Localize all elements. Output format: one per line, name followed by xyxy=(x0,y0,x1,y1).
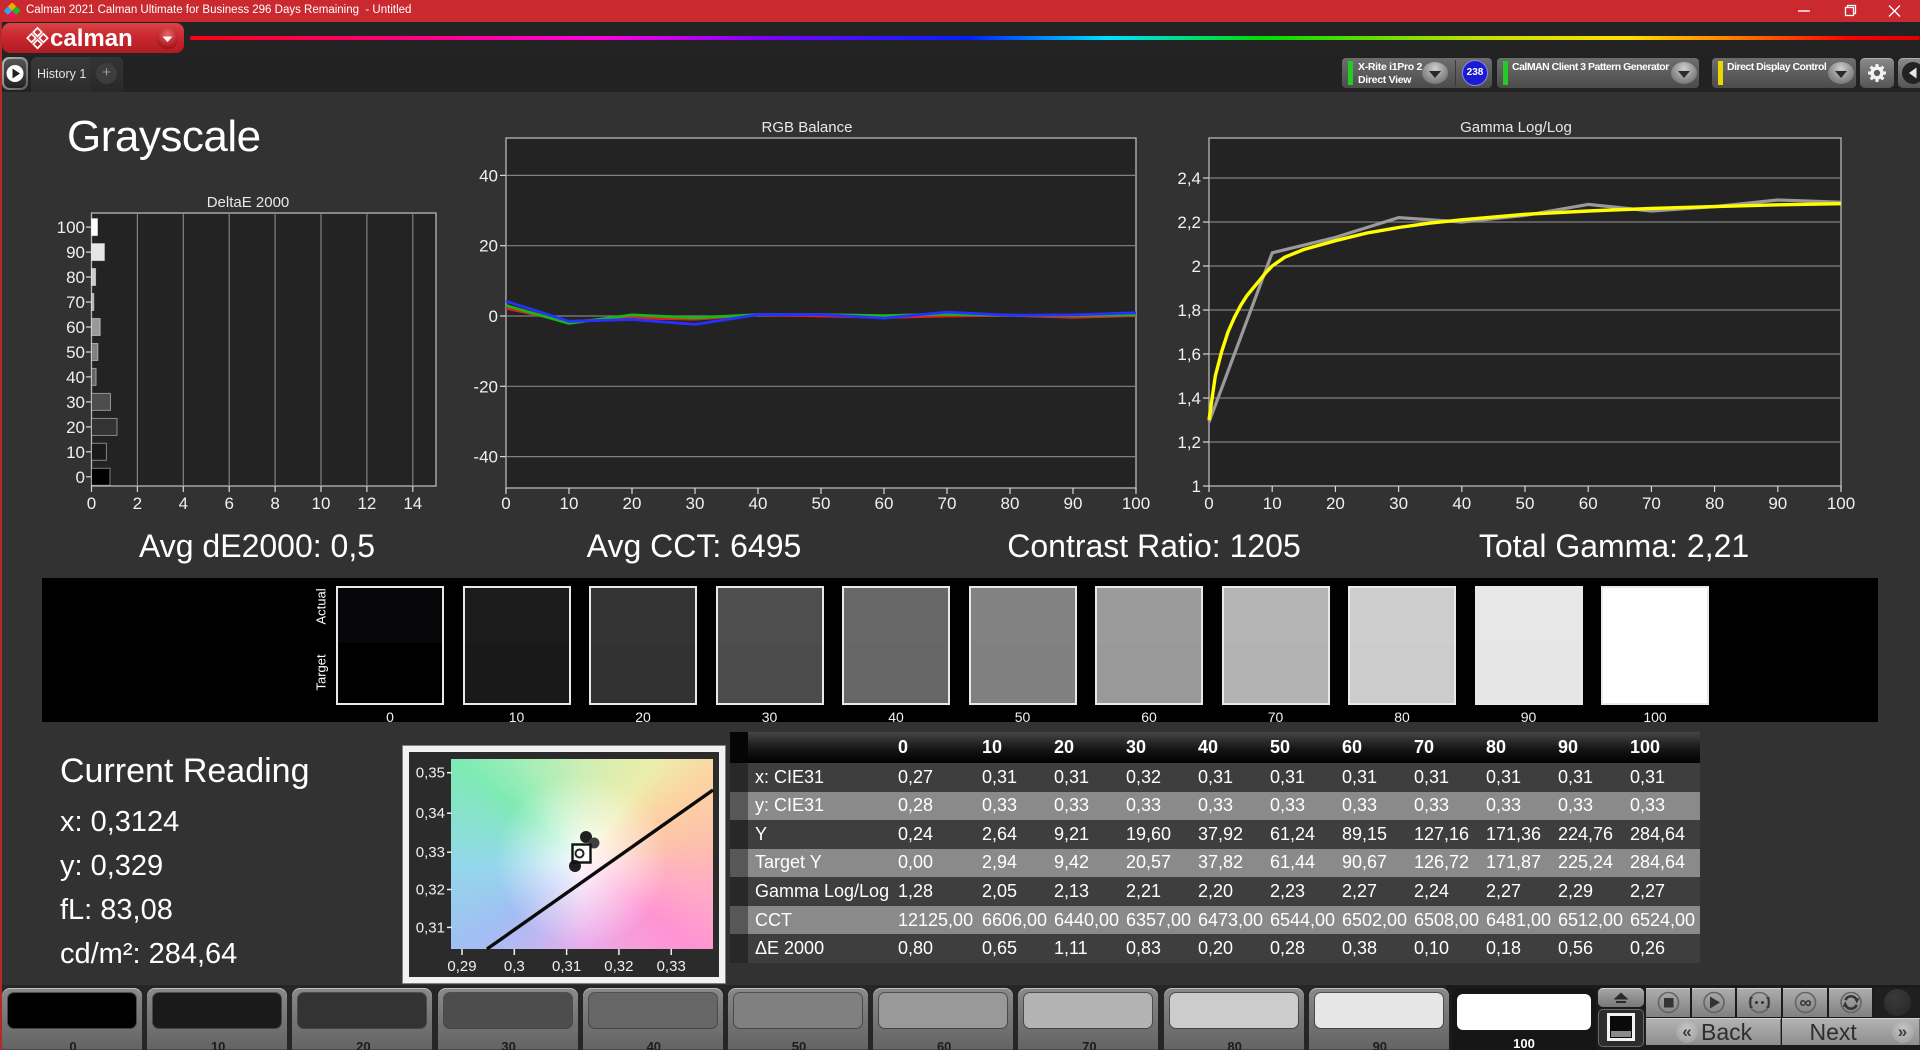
svg-text:Avg dE2000: 0,5: Avg dE2000: 0,5 xyxy=(139,528,375,564)
svg-text:1,4: 1,4 xyxy=(1177,389,1201,408)
svg-text:40: 40 xyxy=(479,166,498,185)
svg-text:0,35: 0,35 xyxy=(416,765,445,782)
svg-text:10: 10 xyxy=(560,494,579,513)
svg-text:20: 20 xyxy=(479,237,498,256)
svg-text:12: 12 xyxy=(357,494,376,513)
svg-text:2,4: 2,4 xyxy=(1177,169,1201,188)
svg-text:90: 90 xyxy=(1064,494,1083,513)
svg-text:50: 50 xyxy=(812,494,831,513)
svg-text:20: 20 xyxy=(1326,494,1345,513)
svg-text:Contrast Ratio: 1205: Contrast Ratio: 1205 xyxy=(1007,528,1301,564)
svg-text:2: 2 xyxy=(1192,257,1201,276)
svg-text:80: 80 xyxy=(1001,494,1020,513)
svg-text:2: 2 xyxy=(133,494,142,513)
svg-text:DeltaE 2000: DeltaE 2000 xyxy=(207,194,290,211)
svg-text:0,33: 0,33 xyxy=(416,844,445,861)
svg-text:∞: ∞ xyxy=(1799,993,1811,1012)
svg-text:0: 0 xyxy=(1204,494,1213,513)
svg-text:100: 100 xyxy=(1827,494,1855,513)
svg-text:60: 60 xyxy=(66,318,85,337)
svg-text:100: 100 xyxy=(1122,494,1150,513)
svg-text:70: 70 xyxy=(938,494,957,513)
svg-text:20: 20 xyxy=(623,494,642,513)
svg-text:80: 80 xyxy=(1705,494,1724,513)
svg-text:1,6: 1,6 xyxy=(1177,345,1201,364)
svg-text:30: 30 xyxy=(66,393,85,412)
svg-text:20: 20 xyxy=(66,418,85,437)
svg-text:40: 40 xyxy=(1452,494,1471,513)
svg-text:10: 10 xyxy=(1263,494,1282,513)
svg-text:1: 1 xyxy=(1192,477,1201,496)
svg-text:90: 90 xyxy=(66,243,85,262)
svg-text:10: 10 xyxy=(66,443,85,462)
svg-text:70: 70 xyxy=(1642,494,1661,513)
svg-text:-20: -20 xyxy=(473,377,498,396)
svg-text:80: 80 xyxy=(66,268,85,287)
svg-text:0,31: 0,31 xyxy=(552,958,581,975)
svg-text:Avg CCT: 6495: Avg CCT: 6495 xyxy=(587,528,802,564)
svg-text:10: 10 xyxy=(312,494,331,513)
svg-text:70: 70 xyxy=(66,293,85,312)
svg-text:0: 0 xyxy=(489,307,498,326)
svg-text:0,31: 0,31 xyxy=(416,919,445,936)
svg-text:0,33: 0,33 xyxy=(657,958,686,975)
svg-text:0,32: 0,32 xyxy=(604,958,633,975)
svg-text:50: 50 xyxy=(1516,494,1535,513)
svg-text:40: 40 xyxy=(749,494,768,513)
svg-text:14: 14 xyxy=(403,494,422,513)
svg-text:50: 50 xyxy=(66,343,85,362)
svg-text:0: 0 xyxy=(501,494,510,513)
svg-text:0: 0 xyxy=(87,494,96,513)
svg-text:8: 8 xyxy=(270,494,279,513)
svg-text:30: 30 xyxy=(1389,494,1408,513)
svg-text:60: 60 xyxy=(1579,494,1598,513)
svg-text:RGB Balance: RGB Balance xyxy=(762,119,853,136)
svg-text:90: 90 xyxy=(1768,494,1787,513)
svg-text:100: 100 xyxy=(57,218,85,237)
svg-text:-40: -40 xyxy=(473,448,498,467)
svg-text:Total Gamma: 2,21: Total Gamma: 2,21 xyxy=(1479,528,1749,564)
svg-text:0,29: 0,29 xyxy=(447,958,476,975)
svg-text:0,32: 0,32 xyxy=(416,882,445,899)
svg-text:30: 30 xyxy=(686,494,705,513)
svg-text:2,2: 2,2 xyxy=(1177,213,1201,232)
svg-text:6: 6 xyxy=(224,494,233,513)
svg-text:0,34: 0,34 xyxy=(416,805,445,822)
svg-text:40: 40 xyxy=(66,368,85,387)
svg-text:1,2: 1,2 xyxy=(1177,433,1201,452)
svg-text:0: 0 xyxy=(76,468,85,487)
svg-text:60: 60 xyxy=(875,494,894,513)
svg-text:1,8: 1,8 xyxy=(1177,301,1201,320)
svg-text:4: 4 xyxy=(179,494,188,513)
svg-text:0,3: 0,3 xyxy=(504,958,525,975)
svg-text:Gamma Log/Log: Gamma Log/Log xyxy=(1460,119,1572,136)
